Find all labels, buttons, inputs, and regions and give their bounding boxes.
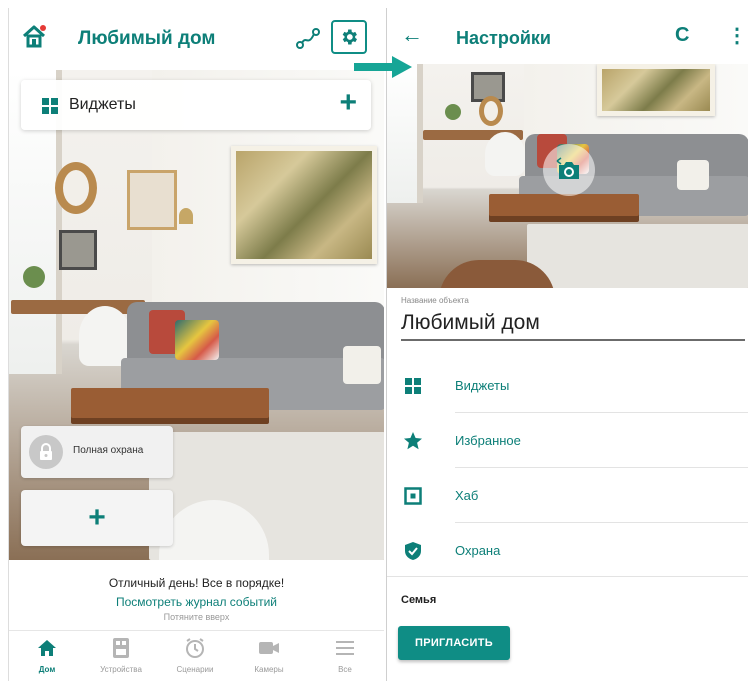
widgets-icon — [403, 376, 423, 396]
more-menu-button[interactable]: ⋮ — [727, 23, 747, 48]
home-header: Любимый дом — [9, 8, 384, 70]
hub-icon — [403, 486, 423, 506]
full-guard-widget[interactable]: Полная охрана — [21, 426, 173, 478]
plus-icon: + — [88, 501, 106, 534]
widgets-label: Виджеты — [69, 96, 136, 113]
menu-item-label: Виджеты — [455, 378, 510, 393]
change-photo-button[interactable] — [543, 144, 595, 196]
settings-title: Настройки — [456, 28, 551, 48]
settings-header: ← Настройки C ⋮ — [387, 8, 748, 64]
menu-item-label: Хаб — [455, 488, 479, 503]
menu-item-label: Охрана — [455, 543, 501, 558]
pull-up-hint: Потяните вверх — [163, 612, 230, 622]
back-button[interactable]: ← — [401, 22, 423, 48]
gear-icon — [342, 29, 357, 45]
family-section-title: Семья — [401, 594, 437, 606]
bottom-nav: Дом Устройства Сценарии Камеры Все — [9, 630, 384, 681]
home-icon — [38, 640, 56, 656]
room-photo — [9, 70, 384, 560]
nav-cameras[interactable]: Камеры — [239, 637, 299, 674]
camera-icon — [556, 157, 579, 179]
nav-devices-label: Устройства — [100, 665, 142, 674]
menu-icon — [336, 641, 354, 655]
status-message: Отличный день! Все в порядке! — [108, 576, 285, 590]
add-widget-button[interactable]: + — [339, 88, 357, 118]
star-icon — [403, 431, 423, 451]
full-guard-label: Полная охрана — [73, 445, 144, 456]
settings-button[interactable] — [331, 20, 367, 54]
menu-item-security[interactable]: Охрана — [387, 523, 748, 578]
status-area: Отличный день! Все в порядке! Посмотреть… — [9, 560, 384, 630]
nav-cameras-label: Камеры — [254, 665, 284, 674]
nav-scenarios-label: Сценарии — [176, 665, 214, 674]
divider — [387, 576, 748, 577]
nav-home-label: Дом — [38, 665, 56, 674]
widgets-icon — [41, 97, 59, 120]
nav-all[interactable]: Все — [315, 637, 375, 674]
devices-icon — [113, 638, 129, 658]
nav-scenarios[interactable]: Сценарии — [165, 637, 225, 674]
invite-button[interactable]: ПРИГЛАСИТЬ — [398, 626, 510, 660]
scenarios-icon — [186, 638, 204, 658]
menu-item-widgets[interactable]: Виджеты — [387, 358, 748, 413]
lock-icon — [29, 435, 63, 469]
nav-devices[interactable]: Устройства — [91, 637, 151, 674]
home-title[interactable]: Любимый дом — [78, 28, 215, 50]
menu-item-label: Избранное — [455, 433, 521, 448]
menu-item-hub[interactable]: Хаб — [387, 468, 748, 523]
route-icon[interactable] — [296, 27, 320, 51]
menu-item-favorites[interactable]: Избранное — [387, 413, 748, 468]
add-widget-card[interactable]: + — [21, 490, 173, 546]
object-name-input[interactable]: Любимый дом — [401, 311, 745, 341]
home-icon[interactable] — [21, 24, 47, 50]
settings-menu: Виджеты Избранное Хаб Охрана — [387, 358, 748, 578]
settings-screen: ← Настройки C ⋮ Название объекта Любимый… — [386, 8, 748, 681]
home-screen: Любимый дом Виджеты + Полная охрана + От… — [8, 8, 384, 681]
arrow-right-icon — [354, 56, 412, 78]
object-name-label: Название объекта — [401, 296, 469, 305]
widgets-bar[interactable]: Виджеты + — [21, 80, 371, 130]
nav-home[interactable]: Дом — [17, 637, 77, 674]
nav-all-label: Все — [338, 665, 352, 674]
refresh-button[interactable]: C — [675, 24, 689, 47]
event-log-link[interactable]: Посмотреть журнал событий — [9, 595, 384, 609]
shield-icon — [403, 541, 423, 561]
camera-icon — [259, 642, 279, 654]
